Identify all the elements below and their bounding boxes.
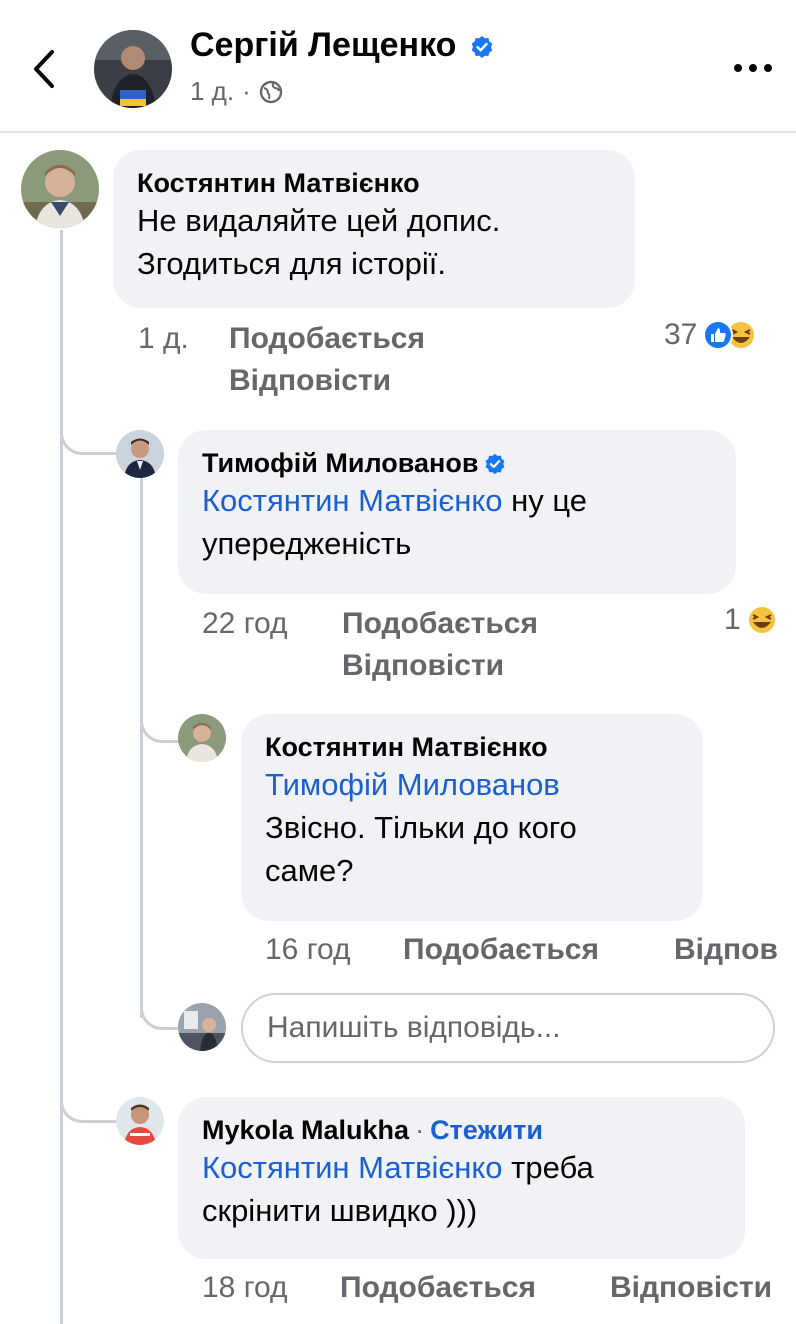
comment-bubble: Тимофій Милованов Костянтин Матвієнко ну…: [178, 430, 736, 594]
comment-bubble: Mykola Malukha · Стежити Костянтин Матві…: [178, 1097, 745, 1259]
like-button[interactable]: Подобається: [340, 1271, 536, 1305]
verified-badge-icon: [485, 453, 505, 474]
post-author-avatar[interactable]: [94, 30, 172, 108]
avatar[interactable]: [116, 430, 164, 478]
reply-input-placeholder: Напишіть відповідь...: [267, 1011, 561, 1044]
avatar[interactable]: [21, 150, 99, 228]
verified-badge-icon: [471, 36, 493, 59]
reply-input[interactable]: Напишіть відповідь...: [241, 993, 775, 1063]
back-button[interactable]: [26, 44, 66, 94]
avatar[interactable]: [178, 714, 226, 762]
post-meta: 1 д. ·: [190, 76, 283, 107]
post-author-name[interactable]: Сергій Лещенко: [190, 26, 494, 65]
mention-link[interactable]: Тимофій Милованов: [265, 763, 679, 806]
header-divider: [0, 131, 796, 133]
comment-text: Костянтин Матвієнко треба скрінити швидк…: [202, 1146, 721, 1232]
comment-text: Тимофій Милованов Звісно. Тільки до кого…: [265, 763, 679, 892]
mention-link[interactable]: Костянтин Матвієнко: [202, 483, 503, 518]
reactions-summary[interactable]: 1: [724, 603, 779, 637]
reply-button[interactable]: Відповісти: [229, 364, 391, 398]
comment-author-name[interactable]: Mykola Malukha: [202, 1115, 409, 1146]
comment-author-name[interactable]: Тимофій Милованов: [202, 448, 478, 479]
comment-bubble: Костянтин Матвієнко Тимофій Милованов Зв…: [241, 714, 703, 921]
comment-time[interactable]: 22 год: [202, 607, 288, 641]
thread-connector: [140, 980, 181, 1030]
comment-text-line: упередженість: [202, 526, 412, 561]
globe-icon: [259, 80, 282, 103]
like-button[interactable]: Подобається: [229, 322, 425, 356]
reply-button[interactable]: Відповісти: [342, 649, 504, 683]
comment-text-fragment: ну це: [511, 483, 588, 518]
comment-text-line: скрінити швидко ))): [202, 1193, 478, 1228]
comment-text-fragment: треба: [511, 1150, 594, 1185]
comment-text: Костянтин Матвієнко ну це упередженість: [202, 479, 712, 565]
comment-time[interactable]: 1 д.: [138, 322, 189, 356]
haha-reaction-icon: [746, 605, 777, 635]
reply-button[interactable]: Відповісти: [610, 1271, 772, 1305]
more-options-button[interactable]: [730, 60, 776, 76]
reply-button[interactable]: Відпов: [674, 933, 778, 967]
nested-thread-line: [140, 478, 143, 1018]
author-separator: ·: [415, 1115, 425, 1145]
avatar[interactable]: [116, 1097, 164, 1145]
comment-text-line: саме?: [265, 853, 354, 888]
like-button[interactable]: Подобається: [403, 933, 599, 967]
thread-connector: [60, 380, 121, 455]
comment-text-line: Не видаляйте цей допис.: [137, 203, 501, 238]
comment-author[interactable]: Костянтин Матвієнко: [137, 168, 611, 199]
post-time[interactable]: 1 д.: [190, 76, 234, 107]
meta-separator: ·: [242, 76, 251, 106]
reactions-count: 37: [664, 318, 698, 351]
reactions-summary[interactable]: 37: [664, 318, 757, 352]
thread-connector: [60, 1040, 121, 1123]
back-arrow-icon: [34, 50, 54, 88]
comment-text-line: Звісно. Тільки до кого: [265, 810, 577, 845]
comment-author[interactable]: Костянтин Матвієнко: [265, 732, 679, 763]
mention-link[interactable]: Костянтин Матвієнко: [202, 1150, 503, 1185]
comment-text-line: Згодиться для історії.: [137, 246, 446, 281]
like-button[interactable]: Подобається: [342, 607, 538, 641]
comment-text-line: Костянтин Матвієнко треба: [202, 1146, 721, 1189]
post-author-name-text[interactable]: Сергій Лещенко: [190, 26, 456, 64]
follow-button[interactable]: Стежити: [430, 1115, 543, 1146]
comment-time[interactable]: 18 год: [202, 1271, 288, 1305]
reactions-count: 1: [724, 603, 741, 636]
comment-text-line: Костянтин Матвієнко ну це: [202, 479, 712, 522]
like-haha-reactions-icon: [703, 320, 757, 350]
thread-connector: [140, 680, 181, 743]
comment-time[interactable]: 16 год: [265, 933, 351, 967]
comment-text: Не видаляйте цей допис. Згодиться для іс…: [137, 199, 611, 285]
current-user-avatar: [178, 1003, 226, 1051]
more-options-icon: [734, 64, 772, 72]
comment-bubble: Костянтин Матвієнко Не видаляйте цей доп…: [113, 150, 635, 308]
comment-author[interactable]: Тимофій Милованов: [202, 448, 712, 479]
comment-author: Mykola Malukha · Стежити: [202, 1115, 721, 1146]
